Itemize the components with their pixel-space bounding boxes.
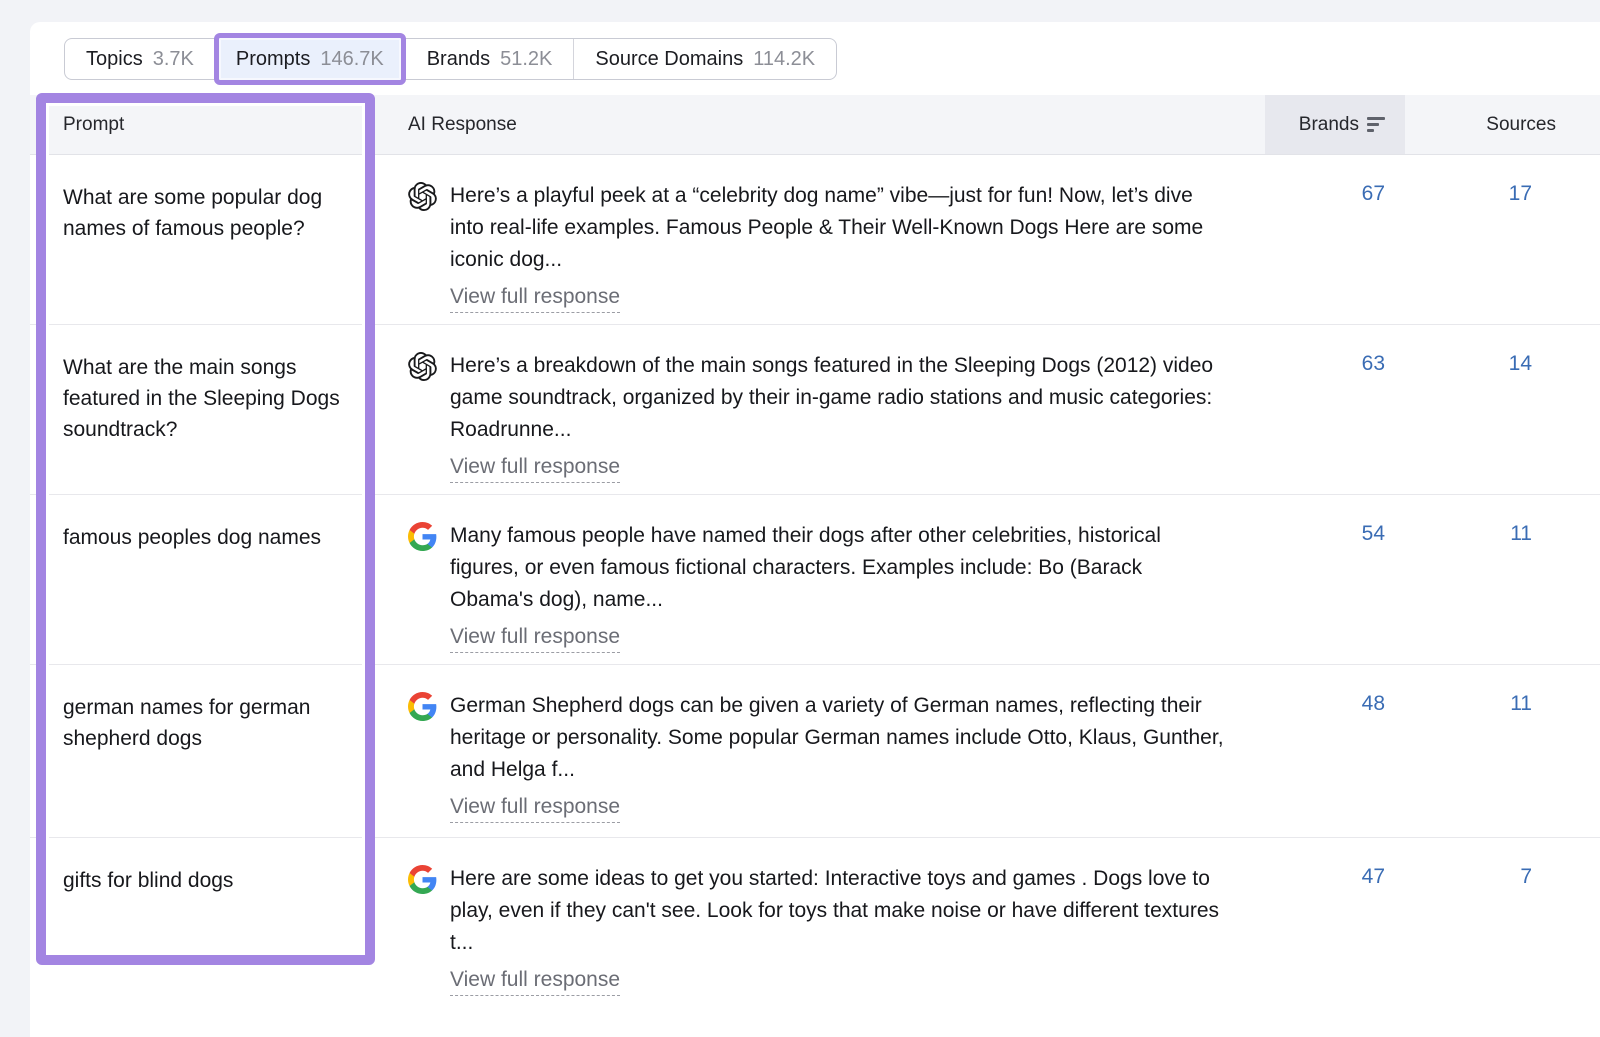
brands-count-link[interactable]: 48 — [1362, 692, 1385, 715]
column-header-brands-label: Brands — [1299, 114, 1359, 136]
sources-count-cell: 7 — [1405, 838, 1600, 1037]
sources-count-link[interactable]: 11 — [1510, 522, 1532, 545]
sources-count-link[interactable]: 17 — [1509, 182, 1532, 205]
brands-count-cell: 47 — [1265, 838, 1405, 1037]
ai-response-body: German Shepherd dogs can be given a vari… — [450, 690, 1225, 837]
view-full-response-link[interactable]: View full response — [450, 795, 620, 823]
tab-topics-count: 3.7K — [153, 48, 194, 71]
tab-source-domains-label: Source Domains — [595, 48, 743, 71]
view-full-response-link[interactable]: View full response — [450, 625, 620, 653]
ai-response-text: Many famous people have named their dogs… — [450, 520, 1225, 616]
tab-source-domains-count: 114.2K — [753, 48, 815, 71]
column-header-ai-response: AI Response — [375, 95, 1265, 154]
table-row: german names for german shepherd dogs Ge… — [30, 665, 1600, 838]
table-row: gifts for blind dogs Here are some ideas… — [30, 838, 1600, 1037]
tab-topics-label: Topics — [86, 48, 143, 71]
ai-response-text: German Shepherd dogs can be given a vari… — [450, 690, 1225, 786]
column-header-sources-label: Sources — [1486, 114, 1556, 136]
table-row: What are the main songs featured in the … — [30, 325, 1600, 495]
sort-descending-icon — [1367, 117, 1385, 132]
ai-response-body: Here are some ideas to get you started: … — [450, 863, 1225, 1037]
prompt-cell: What are some popular dog names of famou… — [30, 155, 375, 324]
table-row: What are some popular dog names of famou… — [30, 155, 1600, 325]
tab-prompts[interactable]: Prompts 146.7K — [214, 33, 406, 85]
entity-tabbar: Topics 3.7K Prompts 146.7K Brands 51.2K … — [64, 38, 837, 80]
brands-count-cell: 67 — [1265, 155, 1405, 324]
brands-count-link[interactable]: 54 — [1362, 522, 1385, 545]
sources-count-cell: 14 — [1405, 325, 1600, 494]
sources-count-link[interactable]: 7 — [1520, 865, 1532, 888]
column-header-ai-response-label: AI Response — [408, 114, 517, 136]
tab-prompts-label: Prompts — [236, 48, 310, 71]
prompt-cell: famous peoples dog names — [30, 495, 375, 664]
ai-response-cell: Here are some ideas to get you started: … — [375, 838, 1265, 1037]
view-full-response-link[interactable]: View full response — [450, 455, 620, 483]
tab-brands[interactable]: Brands 51.2K — [405, 39, 574, 79]
sources-count-cell: 17 — [1405, 155, 1600, 324]
view-full-response-link[interactable]: View full response — [450, 285, 620, 313]
ai-response-body: Here’s a playful peek at a “celebrity do… — [450, 180, 1225, 324]
column-header-brands[interactable]: Brands — [1265, 95, 1405, 154]
sources-count-cell: 11 — [1405, 665, 1600, 837]
tab-topics[interactable]: Topics 3.7K — [65, 39, 215, 79]
openai-icon — [408, 352, 437, 381]
ai-response-cell: Here’s a breakdown of the main songs fea… — [375, 325, 1265, 494]
ai-response-cell: Here’s a playful peek at a “celebrity do… — [375, 155, 1265, 324]
tab-source-domains[interactable]: Source Domains 114.2K — [573, 39, 836, 79]
tab-brands-label: Brands — [427, 48, 490, 71]
sources-count-cell: 11 — [1405, 495, 1600, 664]
tab-brands-count: 51.2K — [500, 48, 552, 71]
ai-response-text: Here’s a breakdown of the main songs fea… — [450, 350, 1225, 446]
content-card: Topics 3.7K Prompts 146.7K Brands 51.2K … — [30, 22, 1600, 1037]
brands-count-cell: 48 — [1265, 665, 1405, 837]
google-icon — [408, 865, 437, 894]
ai-response-cell: German Shepherd dogs can be given a vari… — [375, 665, 1265, 837]
prompt-cell: gifts for blind dogs — [30, 838, 375, 1037]
column-header-prompt: Prompt — [30, 95, 375, 154]
table-row: famous peoples dog names Many famous peo… — [30, 495, 1600, 665]
ai-response-cell: Many famous people have named their dogs… — [375, 495, 1265, 664]
brands-count-cell: 63 — [1265, 325, 1405, 494]
google-icon — [408, 522, 437, 551]
column-header-sources[interactable]: Sources — [1405, 95, 1600, 154]
table-body: What are some popular dog names of famou… — [30, 155, 1600, 1037]
brands-count-cell: 54 — [1265, 495, 1405, 664]
openai-icon — [408, 182, 437, 211]
tab-prompts-count: 146.7K — [320, 48, 383, 71]
google-icon — [408, 692, 437, 721]
sources-count-link[interactable]: 11 — [1510, 692, 1532, 715]
ai-response-body: Here’s a breakdown of the main songs fea… — [450, 350, 1225, 494]
column-header-prompt-label: Prompt — [63, 114, 124, 136]
ai-response-text: Here’s a playful peek at a “celebrity do… — [450, 180, 1225, 276]
ai-response-body: Many famous people have named their dogs… — [450, 520, 1225, 664]
brands-count-link[interactable]: 67 — [1362, 182, 1385, 205]
ai-response-text: Here are some ideas to get you started: … — [450, 863, 1225, 959]
sources-count-link[interactable]: 14 — [1509, 352, 1532, 375]
brands-count-link[interactable]: 47 — [1362, 865, 1385, 888]
view-full-response-link[interactable]: View full response — [450, 968, 620, 996]
brands-count-link[interactable]: 63 — [1362, 352, 1385, 375]
table-header: Prompt AI Response Brands Sources — [30, 95, 1600, 155]
prompt-cell: german names for german shepherd dogs — [30, 665, 375, 837]
prompt-cell: What are the main songs featured in the … — [30, 325, 375, 494]
